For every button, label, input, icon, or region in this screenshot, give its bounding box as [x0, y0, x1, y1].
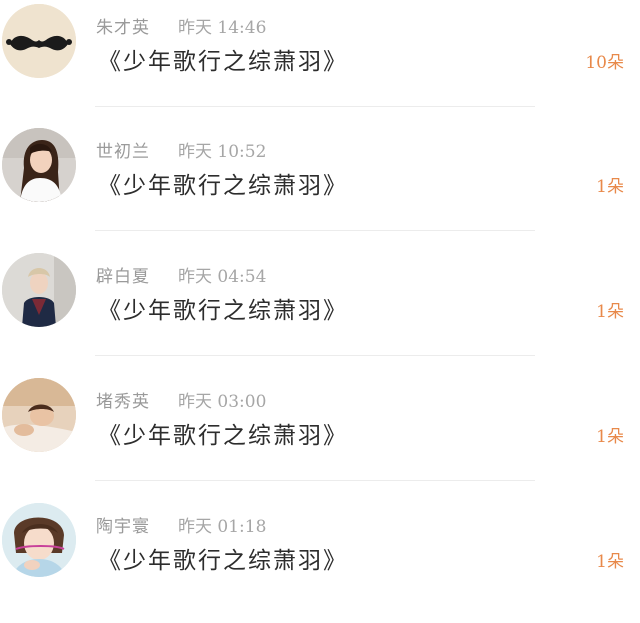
timestamp: 昨天 04:54 — [178, 267, 267, 287]
user-name[interactable]: 世初兰 — [96, 137, 150, 162]
boy-photo-avatar-icon[interactable] — [2, 253, 76, 327]
child-photo-avatar-icon[interactable] — [2, 378, 76, 452]
list-item[interactable]: 辟白夏 昨天 04:54 《少年歌行之综萧羽》 1朵 — [0, 249, 640, 373]
list-item[interactable]: 陶宇寰 昨天 01:18 《少年歌行之综萧羽》 1朵 — [0, 499, 640, 623]
book-title[interactable]: 《少年歌行之综萧羽》 — [98, 42, 348, 76]
user-name[interactable]: 辟白夏 — [96, 262, 150, 287]
flower-count: 1朵 — [596, 552, 624, 572]
mustache-avatar-icon[interactable] — [2, 4, 76, 78]
timestamp: 昨天 14:46 — [178, 18, 267, 38]
book-title[interactable]: 《少年歌行之综萧羽》 — [98, 416, 348, 450]
list-item[interactable]: 朱才英 昨天 14:46 《少年歌行之综萧羽》 10朵 — [0, 0, 640, 124]
gift-list: 朱才英 昨天 14:46 《少年歌行之综萧羽》 10朵 世初兰 昨天 10:52… — [0, 0, 640, 605]
user-name[interactable]: 朱才英 — [96, 13, 150, 38]
flower-count: 1朵 — [596, 177, 624, 197]
divider — [95, 230, 535, 231]
book-title[interactable]: 《少年歌行之综萧羽》 — [98, 166, 348, 200]
selfie-photo-avatar-icon[interactable] — [2, 503, 76, 577]
divider — [95, 355, 535, 356]
divider — [95, 480, 535, 481]
book-title[interactable]: 《少年歌行之综萧羽》 — [98, 541, 348, 575]
timestamp: 昨天 10:52 — [178, 142, 267, 162]
divider — [95, 106, 535, 107]
flower-count: 10朵 — [585, 53, 624, 73]
user-name[interactable]: 堵秀英 — [96, 387, 150, 412]
timestamp: 昨天 03:00 — [178, 392, 267, 412]
girl-photo-avatar-icon[interactable] — [2, 128, 76, 202]
book-title[interactable]: 《少年歌行之综萧羽》 — [98, 291, 348, 325]
list-item[interactable]: 世初兰 昨天 10:52 《少年歌行之综萧羽》 1朵 — [0, 124, 640, 248]
flower-count: 1朵 — [596, 427, 624, 447]
timestamp: 昨天 01:18 — [178, 517, 267, 537]
user-name[interactable]: 陶宇寰 — [96, 512, 150, 537]
flower-count: 1朵 — [596, 302, 624, 322]
list-item[interactable]: 堵秀英 昨天 03:00 《少年歌行之综萧羽》 1朵 — [0, 374, 640, 498]
